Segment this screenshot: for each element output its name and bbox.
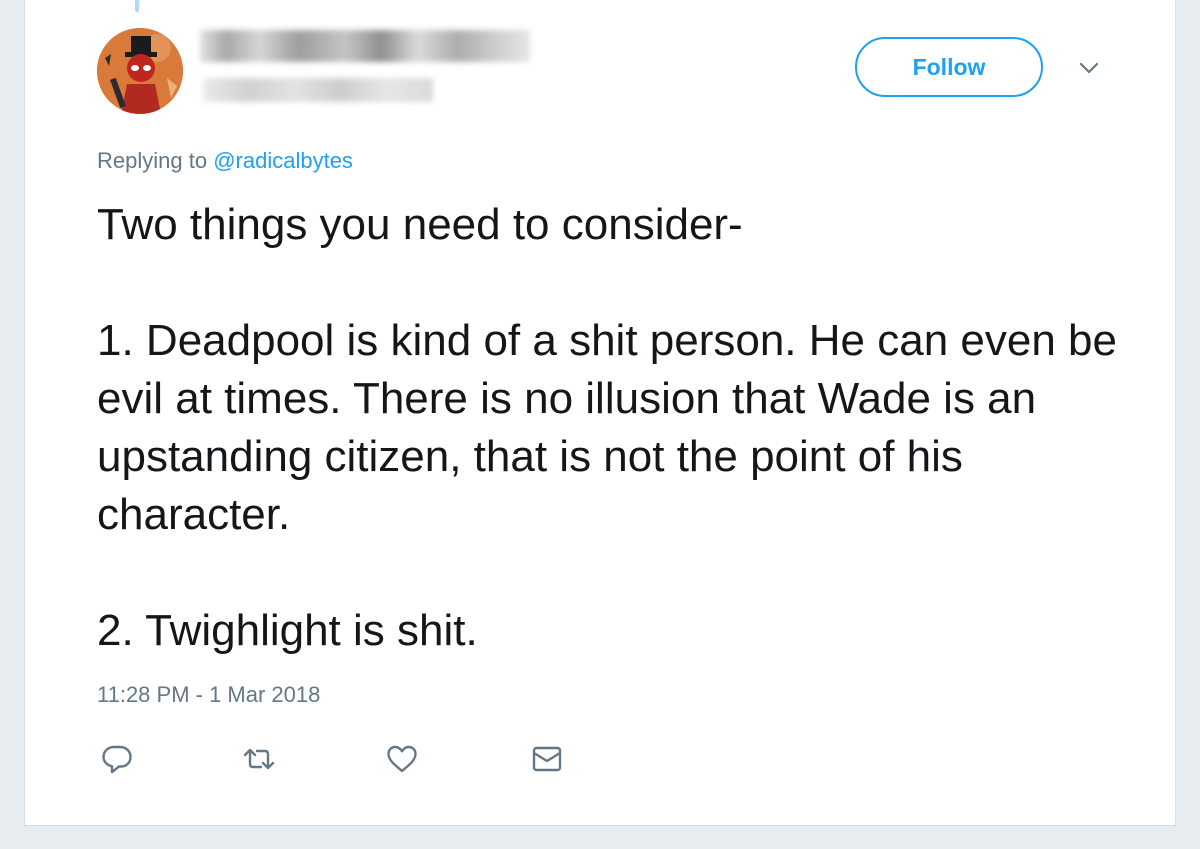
tweet-card: Follow Replying to @radicalbytes Two thi… (24, 0, 1176, 826)
username-redacted (203, 78, 433, 102)
page: Follow Replying to @radicalbytes Two thi… (0, 0, 1200, 849)
heart-icon[interactable] (385, 742, 419, 776)
replying-to-line: Replying to @radicalbytes (97, 148, 353, 174)
tweet-paragraph: 2. Twighlight is shit. (97, 606, 478, 655)
replying-to-mention-link[interactable]: @radicalbytes (213, 148, 353, 173)
chevron-down-icon[interactable] (1078, 57, 1100, 79)
tweet-paragraph: 1. Deadpool is kind of a shit person. He… (97, 316, 1117, 539)
reply-icon[interactable] (100, 742, 134, 776)
envelope-icon[interactable] (530, 742, 564, 776)
retweet-icon[interactable] (242, 742, 276, 776)
tweet-paragraph: Two things you need to consider- (97, 200, 743, 249)
thread-connector-line (135, 0, 139, 12)
replying-to-label: Replying to (97, 148, 208, 173)
avatar[interactable] (97, 28, 183, 114)
avatar-image (97, 28, 183, 114)
display-name-redacted (200, 30, 530, 62)
follow-button[interactable]: Follow (855, 37, 1043, 97)
tweet-text: Two things you need to consider- 1. Dead… (97, 196, 1137, 660)
tweet-timestamp[interactable]: 11:28 PM - 1 Mar 2018 (97, 682, 320, 708)
